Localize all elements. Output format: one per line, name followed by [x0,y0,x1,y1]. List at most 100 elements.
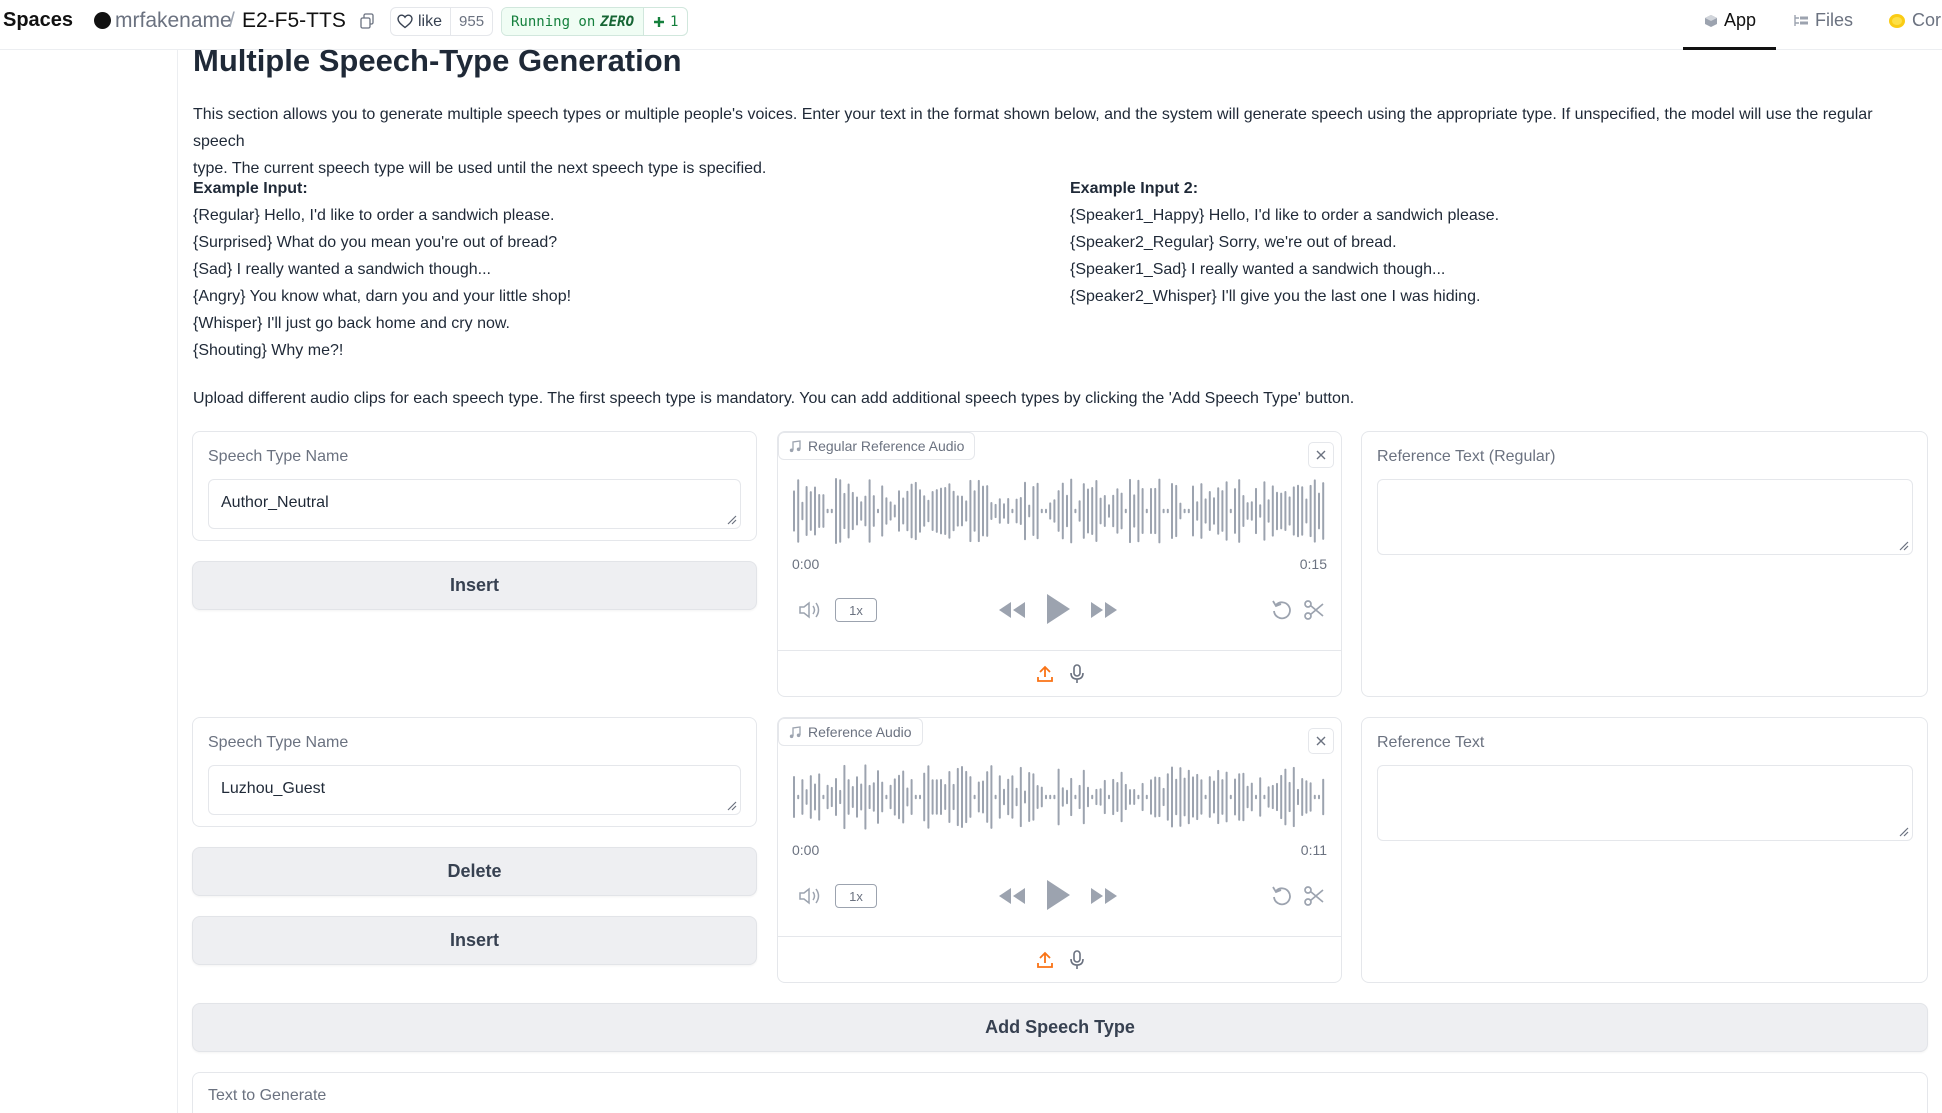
delete-button[interactable]: Delete [192,847,757,896]
clear-audio-button[interactable] [1308,728,1334,754]
heart-icon [397,14,413,29]
reference-text-input[interactable] [1377,765,1913,841]
reference-audio-panel: Regular Reference Audio 0:00 0:15 1x [777,431,1342,697]
replica-count: 1 [670,13,679,30]
copy-icon[interactable] [360,13,374,29]
undo-icon[interactable] [1271,599,1293,621]
microphone-icon[interactable] [1069,950,1085,970]
speech-type-name-value: Luzhou_Guest [221,780,326,797]
audio-footer-divider [778,936,1341,937]
playback-speed-button[interactable]: 1x [835,598,877,622]
example-input-2-heading: Example Input 2: [1070,180,1199,197]
like-label: like [418,12,443,30]
owner-link[interactable]: mrfakename [115,9,232,33]
speech-type-name-input[interactable]: Author_Neutral [208,479,741,529]
example-line: {Shouting} Why me?! [193,342,344,359]
spaces-brand-link[interactable]: Spaces [3,9,73,32]
reference-text-panel: Reference Text (Regular) [1361,431,1928,697]
speech-type-name-label: Speech Type Name [208,734,349,751]
example-line: {Whisper} I'll just go back home and cry… [193,315,510,332]
files-tree-icon [1794,14,1808,26]
speech-type-name-value: Author_Neutral [221,494,329,511]
audio-label: Regular Reference Audio [808,438,965,454]
fast-forward-icon[interactable] [1090,887,1118,905]
intro-line-1: This section allows you to generate mult… [193,106,1873,150]
undo-icon[interactable] [1271,885,1293,907]
running-hardware: ZERO [600,13,635,30]
volume-icon[interactable] [798,600,824,620]
play-icon[interactable] [1045,593,1071,625]
example-line: {Speaker1_Sad} I really wanted a sandwic… [1070,261,1446,278]
insert-button[interactable]: Insert [192,561,757,610]
time-duration: 0:11 [1300,842,1327,858]
resize-grip-icon[interactable] [725,799,737,811]
reference-text-label: Reference Text (Regular) [1377,448,1556,465]
clear-audio-button[interactable] [1308,442,1334,468]
like-count[interactable]: 955 [451,13,492,30]
app-cube-icon [1705,14,1717,27]
insert-button[interactable]: Insert [192,916,757,965]
playback-speed-button[interactable]: 1x [835,884,877,908]
trim-scissors-icon[interactable] [1303,599,1325,621]
left-rail-border [177,50,178,1113]
resize-grip-icon[interactable] [1897,825,1909,837]
page-title: Multiple Speech-Type Generation [193,43,682,78]
resize-grip-icon[interactable] [725,513,737,525]
reference-audio-panel: Reference Audio 0:00 0:11 1x [777,717,1342,983]
reference-text-label: Reference Text [1377,734,1485,751]
audio-label-tag: Reference Audio [778,718,923,746]
rewind-icon[interactable] [998,601,1026,619]
speech-type-name-panel: Speech Type Name Luzhou_Guest [192,717,757,827]
reference-text-panel: Reference Text [1361,717,1928,983]
audio-label: Reference Audio [808,724,912,740]
fast-forward-icon[interactable] [1090,601,1118,619]
time-current: 0:00 [792,842,820,858]
example-line: {Speaker1_Happy} Hello, I'd like to orde… [1070,207,1500,224]
example-input-heading: Example Input: [193,180,308,197]
replica-plus-icon [654,16,665,27]
upload-icon[interactable] [1036,665,1054,683]
rewind-icon[interactable] [998,887,1026,905]
reference-text-input[interactable] [1377,479,1913,555]
upload-icon[interactable] [1036,951,1054,969]
time-duration: 0:15 [1299,556,1327,572]
like-button[interactable]: like 955 [390,7,494,36]
text-to-generate-label: Text to Generate [208,1087,327,1104]
text-to-generate-panel: Text to Generate [192,1072,1928,1113]
waveform[interactable] [792,476,1326,546]
intro-paragraph: This section allows you to generate mult… [193,101,1913,182]
example-input-block: Example Input: {Regular} Hello, I'd like… [193,175,993,364]
path-separator: / [229,9,235,32]
tab-files[interactable]: Files [1793,10,1853,31]
active-tab-indicator [1683,47,1776,50]
running-status-badge[interactable]: Running on ZERO 1 [501,7,689,36]
example-line: {Surprised} What do you mean you're out … [193,234,558,251]
example-line: {Speaker2_Regular} Sorry, we're out of b… [1070,234,1397,251]
example-line: {Speaker2_Whisper} I'll give you the las… [1070,288,1481,305]
example-input-2-block: Example Input 2: {Speaker1_Happy} Hello,… [1070,175,1870,310]
speech-type-name-input[interactable]: Luzhou_Guest [208,765,741,815]
trim-scissors-icon[interactable] [1303,885,1325,907]
play-icon[interactable] [1045,879,1071,911]
audio-footer-divider [778,650,1341,651]
close-icon [1316,450,1326,460]
speech-type-name-label: Speech Type Name [208,448,349,465]
time-current: 0:00 [792,556,820,572]
repo-name-link[interactable]: E2-F5-TTS [242,9,346,33]
tab-community[interactable]: Cor [1888,10,1941,31]
example-line: {Angry} You know what, darn you and your… [193,288,572,305]
resize-grip-icon[interactable] [1897,539,1909,551]
tab-app[interactable]: App [1704,10,1756,31]
waveform[interactable] [792,762,1326,832]
running-prefix: Running on [511,13,596,30]
audio-label-tag: Regular Reference Audio [778,432,976,460]
microphone-icon[interactable] [1069,664,1085,684]
speech-type-name-panel: Speech Type Name Author_Neutral [192,431,757,541]
example-line: {Sad} I really wanted a sandwich though.… [193,261,491,278]
tab-community-label: Cor [1912,10,1942,30]
add-speech-type-button[interactable]: Add Speech Type [192,1003,1928,1052]
volume-icon[interactable] [798,886,824,906]
owner-avatar [94,12,111,29]
example-line: {Regular} Hello, I'd like to order a san… [193,207,555,224]
tab-files-label: Files [1815,10,1854,30]
